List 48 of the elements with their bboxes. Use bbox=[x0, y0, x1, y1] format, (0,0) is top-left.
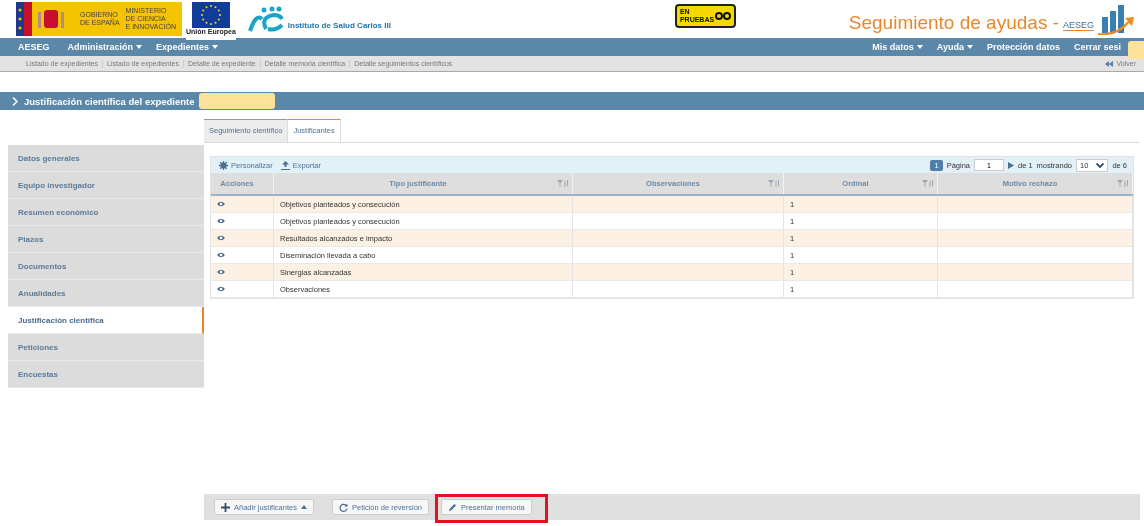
refresh-icon bbox=[338, 502, 348, 512]
eye-icon[interactable] bbox=[217, 268, 225, 275]
filter-sort-icon bbox=[1117, 180, 1129, 187]
nav-menu-item[interactable]: Ayuda bbox=[936, 42, 973, 52]
sidebar-item[interactable]: Anualidades bbox=[8, 280, 204, 307]
double-arrow-left-icon bbox=[1104, 60, 1113, 67]
bar-chart-arrow-icon bbox=[1098, 5, 1134, 35]
caret-icon bbox=[212, 45, 219, 49]
rings-icon bbox=[715, 11, 732, 21]
gear-icon bbox=[219, 160, 228, 170]
nav-menu-item[interactable]: Mis datos bbox=[872, 42, 923, 52]
filter-sort-icon bbox=[922, 180, 934, 187]
nav-menu-item[interactable]: Administración bbox=[67, 42, 143, 52]
brand-link[interactable]: AESEG bbox=[18, 42, 50, 52]
upload-icon bbox=[280, 160, 290, 170]
eye-icon[interactable] bbox=[217, 217, 225, 224]
chevron-down-icon bbox=[1096, 162, 1105, 168]
filter-sort-icon bbox=[557, 180, 569, 187]
sidebar-item[interactable]: Documentos bbox=[8, 253, 204, 280]
sidebar-item[interactable]: Plazos bbox=[8, 226, 204, 253]
nav-menu-item[interactable]: Expedientes bbox=[156, 42, 219, 52]
eye-icon[interactable] bbox=[217, 251, 225, 258]
plus-icon bbox=[221, 502, 230, 512]
sidebar-item[interactable]: Peticiones bbox=[8, 334, 204, 361]
app-title: Seguimiento de ayudas - bbox=[848, 11, 1059, 35]
chevron-right-icon bbox=[12, 96, 18, 106]
eu-flag-icon bbox=[191, 2, 230, 28]
caret-up-icon bbox=[300, 505, 307, 509]
logo-text: AESEG bbox=[1063, 20, 1094, 31]
pencil-icon bbox=[448, 502, 457, 512]
eye-icon[interactable] bbox=[217, 285, 225, 292]
nav-menu-item[interactable]: Protección datos bbox=[987, 42, 1060, 52]
sidebar-item[interactable]: Justificación científica bbox=[8, 307, 204, 334]
eye-icon[interactable] bbox=[217, 234, 225, 241]
eye-icon[interactable] bbox=[217, 200, 225, 207]
caret-icon bbox=[136, 45, 143, 49]
section-title: Justificación científica del expediente bbox=[24, 95, 195, 107]
institute-name: Instituto de Salud Carlos III bbox=[287, 21, 391, 30]
sidebar-item[interactable]: Encuestas bbox=[8, 361, 204, 388]
sidebar-item[interactable]: Resumen económico bbox=[8, 199, 204, 226]
sidebar-item[interactable]: Equipo investigador bbox=[8, 172, 204, 199]
caret-icon bbox=[967, 45, 973, 49]
nav-menu-item[interactable]: Cerrar sesi bbox=[1074, 42, 1122, 52]
next-page-icon bbox=[1008, 161, 1014, 169]
caret-icon bbox=[916, 45, 923, 49]
filter-sort-icon bbox=[768, 180, 780, 187]
isc-logo-icon bbox=[245, 5, 286, 33]
sidebar-item[interactable]: Datos generales bbox=[8, 145, 204, 172]
